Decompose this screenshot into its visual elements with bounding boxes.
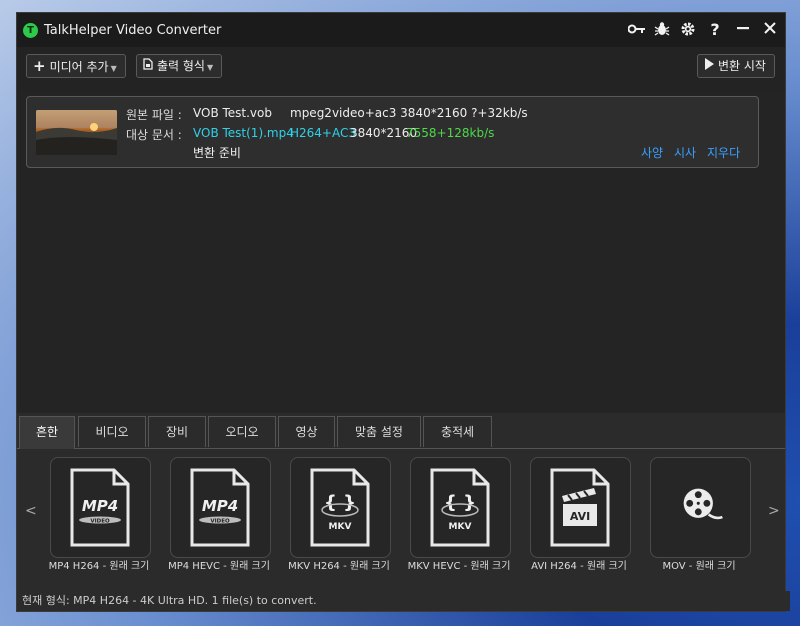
conversion-status: 변환 준비 <box>193 146 241 160</box>
toolbar: + 미디어 추가 ▼ 출력 형식 ▼ 변환 시작 <box>17 47 785 91</box>
key-icon[interactable] <box>627 21 647 39</box>
chevron-down-icon: ▼ <box>110 64 117 73</box>
format-tile[interactable]: MP4 VIDEO <box>50 457 151 558</box>
minimize-icon[interactable] <box>735 21 751 39</box>
format-badge: MKV <box>449 522 472 532</box>
format-badge: MKV <box>329 522 352 532</box>
format-tile[interactable]: MP4 VIDEO <box>170 457 271 558</box>
bug-icon[interactable] <box>653 21 671 39</box>
start-convert-button[interactable]: 변환 시작 <box>697 54 775 78</box>
format-tile[interactable]: { } MKV <box>290 457 391 558</box>
format-item[interactable]: { } MKV MKV HEVC - 원래 크기 <box>395 457 515 587</box>
format-item[interactable]: AVI AVI H264 - 원래 크기 <box>515 457 635 587</box>
help-icon[interactable]: ? <box>707 21 723 39</box>
source-label: 원본 파일 : <box>126 108 182 122</box>
mp4-file-icon: MP4 VIDEO <box>190 468 250 547</box>
avi-file-icon: AVI <box>550 468 610 547</box>
source-info: mpeg2video+ac3 3840*2160 ?+32kb/s <box>290 106 528 120</box>
format-name: AVI H264 - 원래 크기 <box>531 561 627 572</box>
title-bar: T TalkHelper Video Converter ? <box>17 13 785 47</box>
tab-audio[interactable]: 오디오 <box>208 416 276 447</box>
target-codec: H264+AC3 <box>290 126 356 140</box>
svg-text:{ }: { } <box>444 492 476 513</box>
mkv-file-icon: { } MKV <box>430 468 490 547</box>
tab-common[interactable]: 흔한 <box>19 416 75 449</box>
tab-device[interactable]: 장비 <box>148 416 206 447</box>
output-format-label: 출력 형식 <box>157 59 205 73</box>
format-item[interactable]: MP4 VIDEO MP4 HEVC - 원래 크기 <box>155 457 275 587</box>
format-badge: MP4 <box>82 497 118 515</box>
output-format-button[interactable]: 출력 형식 ▼ <box>136 54 223 78</box>
format-name: MOV - 원래 크기 <box>662 561 736 572</box>
format-badge-sub: VIDEO <box>210 519 230 525</box>
tab-custom[interactable]: 맞춤 설정 <box>337 416 421 447</box>
format-tabs: 흔한 비디오 장비 오디오 영상 맞춤 설정 충적세 <box>17 416 785 449</box>
format-item[interactable]: MOV - 원래 크기 <box>635 457 755 587</box>
play-icon <box>704 55 714 77</box>
format-name: MP4 HEVC - 원래 크기 <box>168 561 270 572</box>
tab-video[interactable]: 비디오 <box>78 416 146 447</box>
status-bar: 현재 형식: MP4 H264 - 4K Ultra HD. 1 file(s)… <box>17 591 790 611</box>
mp4-file-icon: MP4 VIDEO <box>70 468 130 547</box>
format-tile[interactable]: AVI <box>530 457 631 558</box>
app-window: T TalkHelper Video Converter ? + 미디어 추가 ▼ … <box>16 12 790 612</box>
format-name: MP4 H264 - 원래 크기 <box>48 561 150 572</box>
tab-holocene[interactable]: 충적세 <box>423 416 492 447</box>
plus-icon: + <box>33 57 46 75</box>
target-bitrate: 7558+128kb/s <box>406 126 495 140</box>
gear-icon[interactable] <box>679 21 697 39</box>
format-badge: AVI <box>570 510 590 523</box>
target-filename[interactable]: VOB Test(1).mp4 <box>193 126 294 140</box>
mkv-file-icon: { } MKV <box>310 468 370 547</box>
close-icon[interactable] <box>762 21 778 39</box>
format-item[interactable]: MP4 VIDEO MP4 H264 - 원래 크기 <box>35 457 155 587</box>
format-tile[interactable]: { } MKV <box>410 457 511 558</box>
svg-text:{ }: { } <box>324 492 356 513</box>
app-logo-icon: T <box>23 23 38 38</box>
tab-image[interactable]: 영상 <box>278 416 335 447</box>
format-panel: 흔한 비디오 장비 오디오 영상 맞춤 설정 충적세 < MP4 VIDEO M… <box>17 413 790 611</box>
format-item[interactable]: { } MKV MKV H264 - 원래 크기 <box>275 457 395 587</box>
format-badge-sub: VIDEO <box>90 519 110 525</box>
video-thumbnail <box>36 110 117 155</box>
add-media-button[interactable]: + 미디어 추가 ▼ <box>26 54 126 78</box>
file-list-area: 원본 파일 : VOB Test.vob mpeg2video+ac3 3840… <box>17 91 785 413</box>
start-convert-label: 변환 시작 <box>718 59 766 73</box>
format-list: < MP4 VIDEO MP4 H264 - 원래 크기 MP4 VIDEO M… <box>17 449 785 589</box>
document-icon <box>143 55 153 77</box>
preview-link[interactable]: 시사 <box>674 144 696 161</box>
next-arrow-icon[interactable]: > <box>768 503 780 519</box>
source-filename: VOB Test.vob <box>193 106 272 120</box>
add-media-label: 미디어 추가 <box>49 60 109 74</box>
target-label: 대상 문서 : <box>126 128 182 142</box>
remove-link[interactable]: 지우다 <box>707 144 740 161</box>
format-badge: MP4 <box>202 497 238 515</box>
film-reel-icon <box>683 488 723 520</box>
file-item[interactable]: 원본 파일 : VOB Test.vob mpeg2video+ac3 3840… <box>26 96 759 168</box>
settings-link[interactable]: 사양 <box>641 144 663 161</box>
chevron-down-icon: ▼ <box>206 63 214 72</box>
format-name: MKV HEVC - 원래 크기 <box>407 561 511 572</box>
format-name: MKV H264 - 원래 크기 <box>288 561 390 572</box>
window-title: TalkHelper Video Converter <box>44 23 222 38</box>
format-tile[interactable] <box>650 457 751 558</box>
